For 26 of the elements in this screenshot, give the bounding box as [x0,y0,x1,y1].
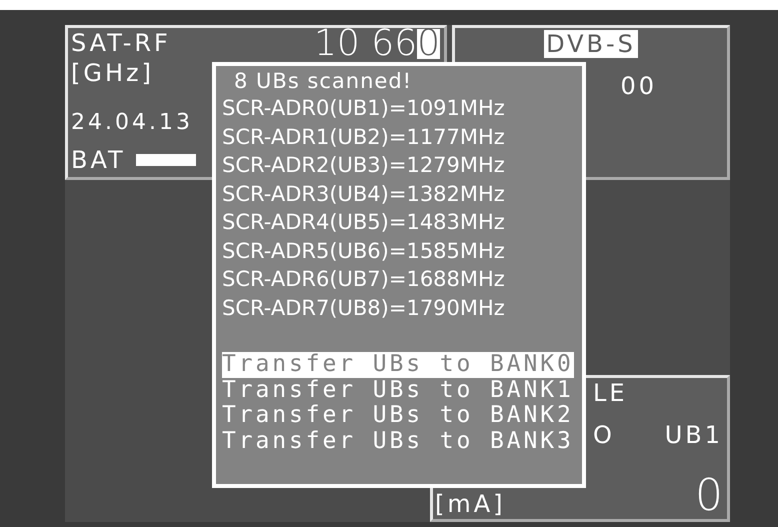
transfer-option[interactable]: Transfer UBs to BANK3 [222,428,574,454]
transfer-option[interactable]: Transfer UBs to BANK0 [222,352,574,378]
current-value: 0 [695,473,723,519]
frequency-result: SCR-ADR4(UB5)=1483MHz [222,209,506,236]
measurement-label: SAT-RF [71,28,172,58]
frequency-result: SCR-ADR1(UB2)=1177MHz [222,124,506,150]
band-label: UB1 [664,420,723,451]
cursor-digit[interactable]: 0 [417,29,440,59]
dialog-title: 8 UBs scanned! [233,68,414,94]
battery-label: BAT [71,145,126,175]
unit-label: [GHz] [71,58,155,88]
frequency-result: SCR-ADR2(UB3)=1279MHz [222,152,506,179]
unit-label: [mA] [434,489,507,519]
transfer-option[interactable]: Transfer UBs to BANK1 [222,378,574,404]
date-text: 24.04.13 [71,109,193,137]
frequency-result: SCR-ADR6(UB7)=1688MHz [222,266,506,293]
reading-text: 00 [620,72,657,100]
frequency-result: SCR-ADR0(UB1)=1091MHz [222,95,506,122]
mode-text: LE [593,378,629,409]
battery-bar [136,154,196,166]
standard-label: DVB-S [544,30,638,58]
frequency-result: SCR-ADR7(UB8)=1790MHz [222,294,506,322]
frequency-result: SCR-ADR3(UB4)=1382MHz [222,180,506,208]
transfer-option[interactable]: Transfer UBs to BANK2 [222,403,574,429]
mode-text: O [593,420,615,451]
frequency-result: SCR-ADR5(UB6)=1585MHz [222,238,506,264]
